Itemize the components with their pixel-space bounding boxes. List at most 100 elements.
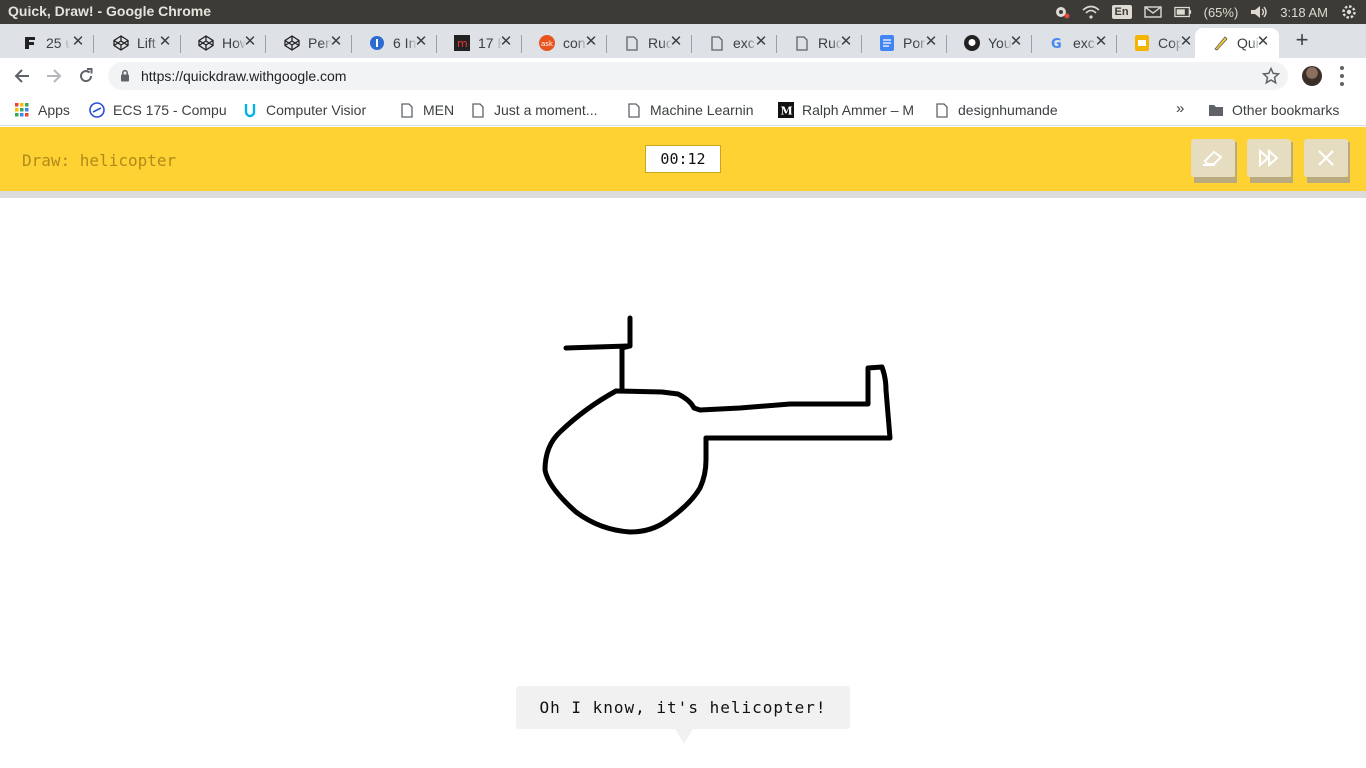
tab-11[interactable]: You ✕ [946, 28, 1032, 58]
bookmark-item[interactable]: M Ralph Ammer – M [778, 100, 914, 120]
tab-8[interactable]: exc ✕ [691, 28, 777, 58]
bookmark-item[interactable]: Just a moment... [470, 100, 597, 120]
cabin-stroke [542, 388, 709, 535]
bookmark-item[interactable]: Apps [14, 100, 70, 120]
bookmark-item[interactable]: Computer Visior [242, 100, 366, 120]
helicopter-sketch [542, 315, 893, 535]
bookmark-item[interactable]: ECS 175 - Compu [89, 100, 227, 120]
power-gear-icon[interactable] [1340, 4, 1358, 20]
svg-text:ask: ask [541, 40, 554, 48]
svg-text:G: G [1051, 37, 1062, 51]
tab-close-icon[interactable]: ✕ [158, 34, 172, 49]
bookmark-label: Machine Learnin [650, 102, 754, 118]
window-title: Quick, Draw! - Google Chrome [8, 3, 212, 19]
profile-avatar[interactable] [1302, 66, 1322, 86]
back-button[interactable] [10, 64, 34, 88]
clear-canvas-button[interactable] [1191, 139, 1237, 183]
other-bookmarks-folder[interactable]: Other bookmarks [1208, 100, 1339, 120]
tab-4[interactable]: 6 Inp✕ [351, 28, 437, 58]
menu-kebab-icon[interactable] [1340, 66, 1344, 86]
page-icon [626, 102, 642, 118]
bookmark-label: Just a moment... [494, 102, 598, 118]
tab-12[interactable]: Gexc ✕ [1031, 28, 1117, 58]
codepen-icon [113, 35, 129, 51]
tab-label: 25 ui [46, 35, 70, 51]
tab-close-icon[interactable]: ✕ [1256, 34, 1270, 49]
bookmark-label: MEN [423, 102, 455, 118]
other-bookmarks-label: Other bookmarks [1232, 102, 1340, 118]
bookmark-item[interactable]: designhumande [934, 100, 1058, 120]
reload-icon [80, 68, 93, 83]
tab-2[interactable]: How ✕ [180, 28, 266, 58]
page-icon [399, 102, 415, 118]
drawing-canvas[interactable] [0, 198, 1366, 768]
header-divider [0, 191, 1366, 198]
tab-9[interactable]: Ruc ✕ [776, 28, 862, 58]
battery-percent: (65%) [1203, 4, 1239, 20]
new-tab-button[interactable]: + [1292, 29, 1312, 51]
address-bar[interactable]: https://quickdraw.withgoogle.com [108, 62, 1288, 90]
tab-6[interactable]: ask con ✕ [521, 28, 607, 58]
tab-close-icon[interactable]: ✕ [499, 34, 513, 49]
volume-icon[interactable] [1250, 4, 1268, 20]
tab-0[interactable]: 25 ui✕ [8, 28, 94, 58]
udacity-icon [242, 102, 258, 118]
tab-close-icon[interactable]: ✕ [669, 34, 683, 49]
bookmark-label: Computer Visior [266, 102, 367, 118]
tab-3[interactable]: Pen ✕ [266, 28, 352, 58]
docs-icon [879, 35, 895, 51]
ask-logo-icon: ask [539, 35, 555, 51]
quickdraw-icon [1213, 35, 1229, 51]
bookmark-item[interactable]: MEN [399, 100, 454, 120]
tab-close-icon[interactable]: ✕ [584, 34, 598, 49]
tab-close-icon[interactable]: ✕ [329, 34, 343, 49]
skip-button[interactable] [1247, 139, 1293, 183]
wifi-icon[interactable] [1082, 4, 1100, 20]
tab-close-icon[interactable]: ✕ [1009, 34, 1023, 49]
m-logo-icon: m [454, 35, 470, 51]
tab-close-icon[interactable]: ✕ [924, 34, 938, 49]
mail-icon[interactable] [1143, 4, 1162, 20]
reload-button[interactable] [74, 64, 98, 88]
bookmark-label: ECS 175 - Compu [113, 102, 227, 118]
tab-1[interactable]: Lift ✕ [95, 28, 181, 58]
tab-close-icon[interactable]: ✕ [414, 34, 428, 49]
clock[interactable]: 3:18 AM [1280, 5, 1328, 20]
url-text[interactable]: https://quickdraw.withgoogle.com [141, 68, 346, 84]
lock-icon [121, 69, 129, 82]
bookmark-label: Apps [38, 102, 70, 118]
bookmark-item[interactable]: Machine Learnin [626, 100, 754, 120]
codepen-icon [198, 35, 214, 51]
tab-close-icon[interactable]: ✕ [1179, 34, 1193, 49]
keyboard-language-indicator[interactable]: En [1111, 5, 1132, 19]
tab-close-icon[interactable]: ✕ [1094, 34, 1108, 49]
tab-5[interactable]: m17 B✕ [436, 28, 522, 58]
close-icon [1318, 150, 1334, 166]
tab-14[interactable]: Qui ✕ [1195, 28, 1279, 58]
f-logo-icon [22, 35, 38, 51]
tab-10[interactable]: Por ✕ [861, 28, 947, 58]
skip-icon [1259, 149, 1279, 167]
medium-icon: M [778, 102, 794, 118]
tab-close-icon[interactable]: ✕ [839, 34, 853, 49]
tab-7[interactable]: Ruc ✕ [606, 28, 692, 58]
arrow-left-icon [14, 69, 29, 83]
bookmarks-bar: » Other bookmarks Apps ECS 175 - Compu Com… [0, 94, 1366, 126]
close-game-button[interactable] [1304, 139, 1350, 183]
page-icon [624, 35, 640, 51]
bookmark-label: designhumande [958, 102, 1058, 118]
tab-close-icon[interactable]: ✕ [754, 34, 768, 49]
tab-close-icon[interactable]: ✕ [71, 34, 85, 49]
system-tray: En (65%) 3:18 AM [1052, 0, 1358, 24]
tab-13[interactable]: Cop ✕ [1116, 28, 1202, 58]
bookmark-label: Ralph Ammer – M [802, 102, 915, 118]
rotor-blade-stroke [563, 343, 631, 351]
bookmark-star-icon[interactable] [1262, 67, 1280, 85]
bookmarks-overflow-button[interactable]: » [1176, 100, 1184, 117]
settings-tray-icon[interactable] [1052, 4, 1070, 20]
os-top-bar: Quick, Draw! - Google Chrome En (65%) 3:… [0, 0, 1366, 24]
forward-button[interactable] [42, 64, 66, 88]
tab-close-icon[interactable]: ✕ [243, 34, 257, 49]
page-icon [934, 102, 950, 118]
battery-icon[interactable] [1173, 4, 1192, 20]
